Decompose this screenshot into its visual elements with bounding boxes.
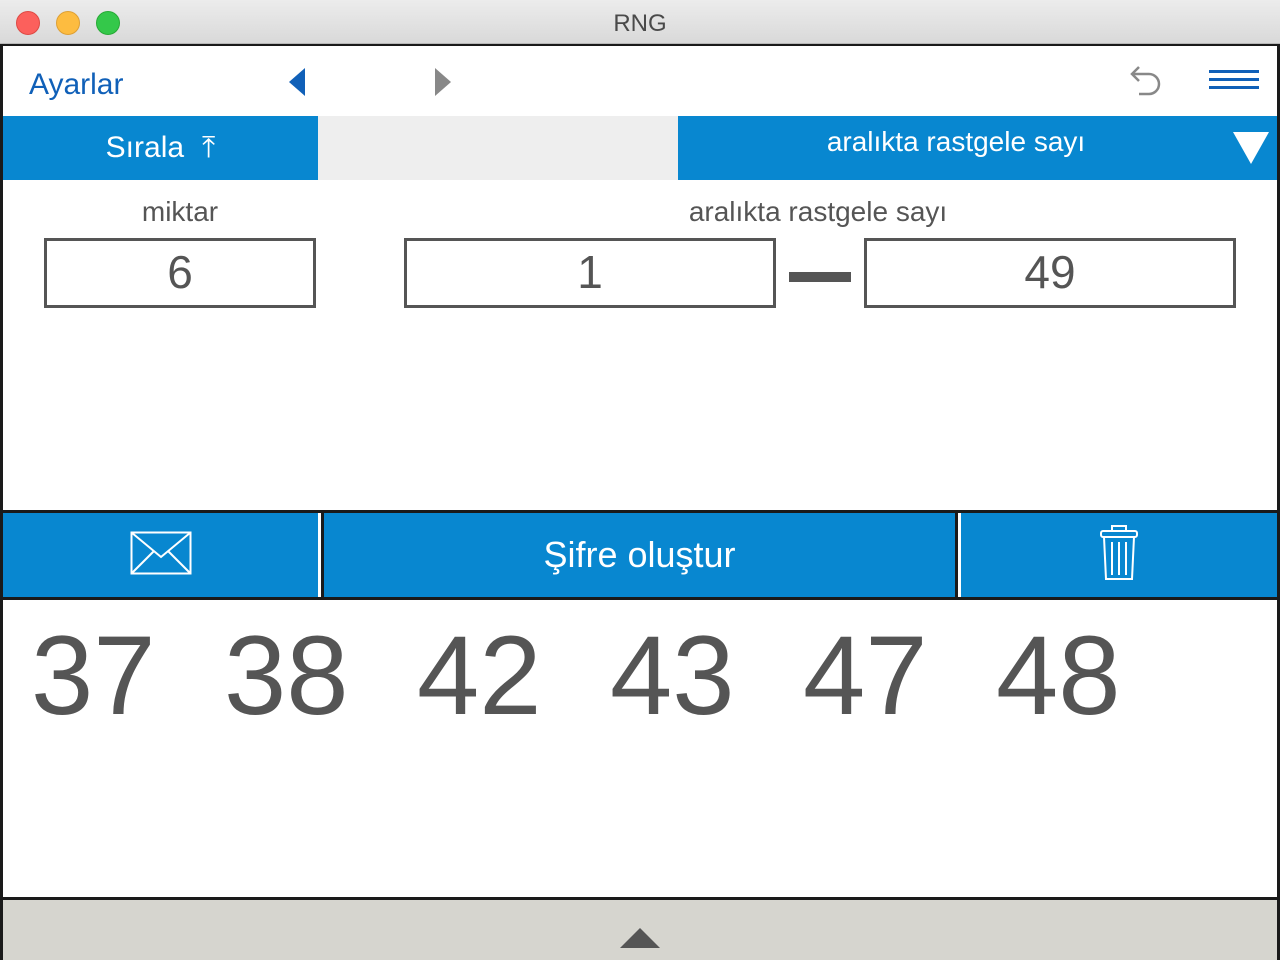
- result-number: 43: [610, 613, 735, 738]
- expand-up-icon[interactable]: [620, 928, 660, 953]
- amount-field[interactable]: 6: [44, 238, 316, 308]
- mail-icon: [130, 531, 192, 580]
- sort-button-label: Sırala: [105, 131, 185, 164]
- nav-forward-icon[interactable]: [433, 68, 451, 101]
- result-number: 48: [996, 613, 1121, 738]
- inputs-area: miktar 6 aralıkta rastgele sayı 1 49: [3, 180, 1277, 510]
- result-number: 38: [224, 613, 349, 738]
- menu-icon[interactable]: [1209, 70, 1259, 97]
- range-max-field[interactable]: 49: [864, 238, 1236, 308]
- amount-label: miktar: [141, 196, 219, 227]
- results-panel: 37 38 42 43 47 48: [3, 600, 1277, 900]
- trash-icon: [1100, 524, 1138, 586]
- clear-button[interactable]: [961, 513, 1277, 597]
- result-number: 47: [803, 613, 928, 738]
- bottom-bar: [3, 900, 1277, 960]
- sort-arrow-icon: ⤒: [202, 131, 216, 164]
- window-titlebar: RNG: [0, 0, 1280, 44]
- undo-icon[interactable]: [1127, 64, 1163, 103]
- mode-select[interactable]: aralıkta rastgele sayı: [678, 116, 1277, 180]
- sort-button[interactable]: Sırala ⤒: [3, 116, 318, 180]
- options-row: Sırala ⤒ aralıkta rastgele sayı: [3, 116, 1277, 180]
- options-spacer: [318, 116, 678, 180]
- window-title: RNG: [613, 10, 667, 37]
- share-mail-button[interactable]: [3, 513, 318, 597]
- range-separator: [789, 272, 851, 282]
- settings-link[interactable]: Ayarlar: [29, 68, 123, 102]
- toolbar: Ayarlar: [3, 46, 1277, 116]
- result-number: 37: [31, 613, 156, 738]
- generate-button[interactable]: Şifre oluştur: [321, 513, 958, 597]
- mode-select-label: aralıkta rastgele sayı: [826, 126, 1086, 157]
- nav-back-icon[interactable]: [289, 68, 307, 101]
- dropdown-arrow-icon: [1233, 130, 1269, 173]
- range-label: aralıkta rastgele sayı: [688, 196, 948, 227]
- result-number: 42: [417, 613, 542, 738]
- action-row: Şifre oluştur: [3, 510, 1277, 600]
- result-numbers: 37 38 42 43 47 48: [31, 614, 1189, 737]
- range-min-field[interactable]: 1: [404, 238, 776, 308]
